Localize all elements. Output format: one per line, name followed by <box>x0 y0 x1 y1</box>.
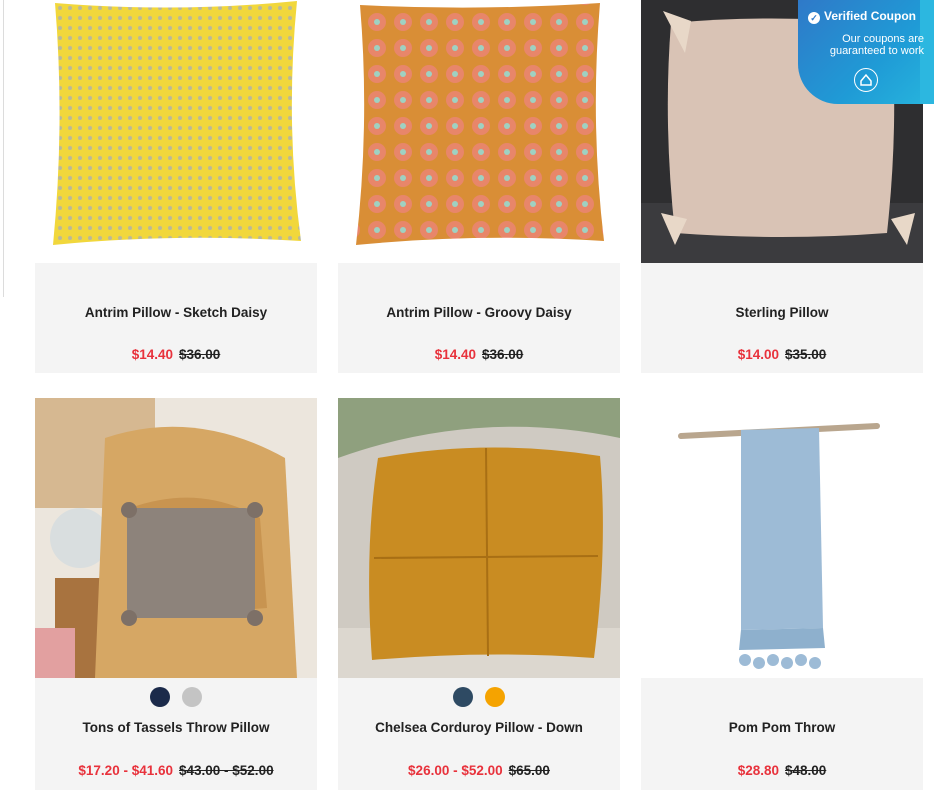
product-price: $14.00 $35.00 <box>641 347 923 362</box>
product-title[interactable]: Tons of Tassels Throw Pillow <box>35 720 317 735</box>
sale-price: $28.80 <box>737 763 779 778</box>
original-price: $65.00 <box>508 763 550 778</box>
color-swatch[interactable] <box>182 687 202 707</box>
page-left-edge <box>0 0 4 297</box>
product-title[interactable]: Sterling Pillow <box>641 305 923 320</box>
product-title[interactable]: Chelsea Corduroy Pillow - Down <box>338 720 620 735</box>
product-card[interactable]: Tons of Tassels Throw Pillow $17.20 - $4… <box>35 398 317 790</box>
color-swatch[interactable] <box>485 687 505 707</box>
product-price: $14.40 $36.00 <box>338 347 620 362</box>
product-price: $28.80 $48.00 <box>641 763 923 778</box>
product-title[interactable]: Pom Pom Throw <box>641 720 923 735</box>
product-title[interactable]: Antrim Pillow - Sketch Daisy <box>35 305 317 320</box>
product-card[interactable]: Antrim Pillow - Sketch Daisy $14.40 $36.0… <box>35 0 317 373</box>
product-card[interactable]: Pom Pom Throw $28.80 $48.00 <box>641 398 923 790</box>
color-swatch[interactable] <box>150 687 170 707</box>
color-swatch[interactable] <box>453 687 473 707</box>
product-image[interactable] <box>641 398 923 678</box>
product-image[interactable] <box>338 398 620 678</box>
coupon-subtitle-line1: Our coupons are <box>842 33 924 45</box>
original-price: $36.00 <box>179 347 221 362</box>
color-swatches <box>35 687 317 712</box>
product-image[interactable] <box>338 0 620 263</box>
original-price: $43.00 - $52.00 <box>179 763 274 778</box>
verified-coupon-badge[interactable]: ✓ Verified Coupon Our coupons are guarante… <box>798 0 934 104</box>
product-title[interactable]: Antrim Pillow - Groovy Daisy <box>338 305 620 320</box>
sale-price: $14.40 <box>434 347 476 362</box>
product-price: $26.00 - $52.00 $65.00 <box>338 763 620 778</box>
product-price: $14.40 $36.00 <box>35 347 317 362</box>
product-card[interactable]: Antrim Pillow - Groovy Daisy $14.40 $36.0… <box>338 0 620 373</box>
product-image[interactable] <box>35 0 317 263</box>
coupon-subtitle: Our coupons are guaranteed to work <box>830 33 924 57</box>
coupon-logo-icon[interactable] <box>854 68 878 92</box>
check-icon: ✓ <box>808 12 820 24</box>
original-price: $36.00 <box>482 347 524 362</box>
product-card[interactable]: Chelsea Corduroy Pillow - Down $26.00 - … <box>338 398 620 790</box>
sale-price: $14.40 <box>131 347 173 362</box>
original-price: $35.00 <box>785 347 827 362</box>
sale-price: $17.20 - $41.60 <box>78 763 173 778</box>
coupon-title-text: Verified Coupon <box>824 9 917 23</box>
color-swatches <box>338 687 620 712</box>
sale-price: $26.00 - $52.00 <box>408 763 503 778</box>
coupon-subtitle-line2: guaranteed to work <box>829 45 924 57</box>
product-image[interactable] <box>35 398 317 678</box>
product-price: $17.20 - $41.60 $43.00 - $52.00 <box>35 763 317 778</box>
original-price: $48.00 <box>785 763 827 778</box>
coupon-title: ✓ Verified Coupon <box>808 9 916 24</box>
sale-price: $14.00 <box>737 347 779 362</box>
